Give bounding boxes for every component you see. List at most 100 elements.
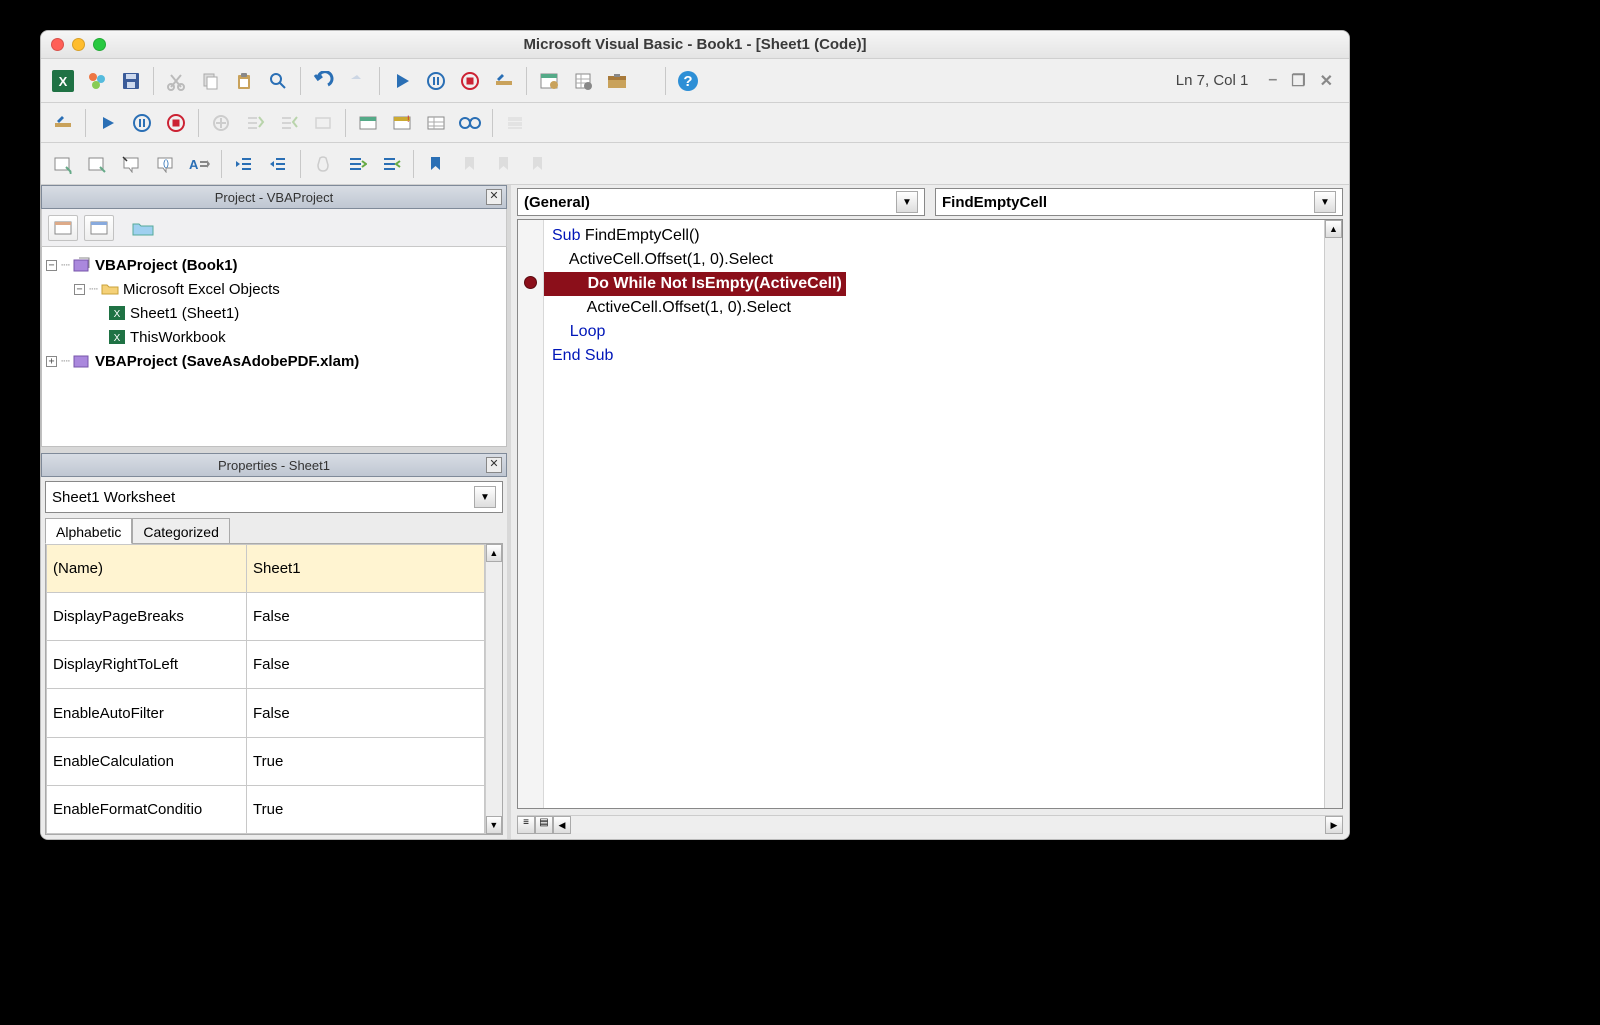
outdent-icon[interactable] (262, 148, 294, 180)
bookmark-next-icon[interactable] (454, 148, 486, 180)
project-tree[interactable]: −┈ VBAProject (Book1) −┈ Microsoft Excel… (41, 247, 507, 447)
breakpoint-hand-icon[interactable] (307, 148, 339, 180)
debug-toolbar: ! (41, 103, 1349, 143)
run-macro-icon[interactable] (92, 107, 124, 139)
tree-project-root[interactable]: −┈ VBAProject (Book1) (46, 253, 502, 277)
tab-alphabetic[interactable]: Alphabetic (45, 518, 132, 544)
find-icon[interactable] (262, 65, 294, 97)
references-icon[interactable] (81, 65, 113, 97)
properties-grid[interactable]: (Name)Sheet1 DisplayPageBreaksFalse Disp… (45, 543, 503, 835)
properties-pane: Properties - Sheet1 ✕ Sheet1 Worksheet ▼… (41, 453, 507, 839)
prop-row: EnableFormatConditioTrue (47, 785, 485, 833)
scroll-right-icon[interactable]: ▶ (1325, 816, 1343, 834)
close-icon[interactable] (51, 38, 64, 51)
quick-info-icon[interactable] (115, 148, 147, 180)
properties-pane-close-icon[interactable]: ✕ (486, 457, 502, 473)
cursor-position: Ln 7, Col 1 (1176, 72, 1249, 89)
run-icon[interactable] (386, 65, 418, 97)
scroll-up-icon[interactable]: ▲ (486, 544, 502, 562)
step-into-icon[interactable] (239, 107, 271, 139)
mdi-close-icon[interactable]: ✕ (1320, 71, 1333, 91)
dropdown-arrow-icon[interactable]: ▼ (474, 486, 496, 508)
pause-icon[interactable] (420, 65, 452, 97)
project-pane-close-icon[interactable]: ✕ (486, 189, 502, 205)
code-vscrollbar[interactable]: ▲ (1324, 220, 1342, 808)
tree-item-sheet1[interactable]: X Sheet1 (Sheet1) (46, 301, 502, 325)
design-mode-icon[interactable] (488, 65, 520, 97)
locals-window-icon[interactable] (352, 107, 384, 139)
parameter-info-icon[interactable]: () (149, 148, 181, 180)
tree-project-root-2[interactable]: +┈ VBAProject (SaveAsAdobePDF.xlam) (46, 349, 502, 373)
zoom-icon[interactable] (93, 38, 106, 51)
immediate-window-icon[interactable]: ! (386, 107, 418, 139)
code-hscrollbar[interactable]: ≡ ▤ ◀ ▶ (517, 815, 1343, 833)
vba-ide-window: Microsoft Visual Basic - Book1 - [Sheet1… (40, 30, 1350, 840)
call-stack-icon[interactable] (499, 107, 531, 139)
bookmark-prev-icon[interactable] (488, 148, 520, 180)
break-icon[interactable] (126, 107, 158, 139)
prop-row: EnableCalculationTrue (47, 737, 485, 785)
project-pane-title[interactable]: Project - VBAProject ✕ (41, 185, 507, 209)
compile-icon[interactable] (47, 107, 79, 139)
dropdown-arrow-icon[interactable]: ▼ (1314, 191, 1336, 213)
full-module-view-icon[interactable]: ▤ (535, 816, 553, 834)
svg-text:X: X (114, 309, 121, 320)
scroll-down-icon[interactable]: ▼ (486, 816, 502, 834)
list-constants-icon[interactable] (81, 148, 113, 180)
mdi-restore-icon[interactable]: ❐ (1291, 71, 1305, 91)
reset-icon[interactable] (160, 107, 192, 139)
scroll-left-icon[interactable]: ◀ (553, 816, 571, 834)
titlebar[interactable]: Microsoft Visual Basic - Book1 - [Sheet1… (41, 31, 1349, 59)
dropdown-arrow-icon[interactable]: ▼ (896, 191, 918, 213)
prop-row: (Name)Sheet1 (47, 545, 485, 593)
procedure-dropdown[interactable]: FindEmptyCell ▼ (935, 188, 1343, 216)
save-icon[interactable] (115, 65, 147, 97)
copy-icon[interactable] (194, 65, 226, 97)
toggle-breakpoint-icon[interactable] (205, 107, 237, 139)
list-properties-icon[interactable] (47, 148, 79, 180)
margin-indicator-bar[interactable] (518, 220, 544, 808)
toolbox-icon[interactable] (601, 65, 633, 97)
minimize-icon[interactable] (72, 38, 85, 51)
scroll-up-icon[interactable]: ▲ (1325, 220, 1342, 238)
object-dropdown[interactable]: (General) ▼ (517, 188, 925, 216)
code-dropdowns: (General) ▼ FindEmptyCell ▼ (511, 185, 1349, 219)
code-text[interactable]: Sub FindEmptyCell() ActiveCell.Offset(1,… (544, 220, 1324, 808)
tree-group[interactable]: −┈ Microsoft Excel Objects (46, 277, 502, 301)
toggle-folders-icon[interactable] (128, 215, 158, 241)
edit-toolbar: () A (41, 143, 1349, 185)
paste-icon[interactable] (228, 65, 260, 97)
cut-icon[interactable] (160, 65, 192, 97)
tree-item-thisworkbook[interactable]: X ThisWorkbook (46, 325, 502, 349)
quick-watch-icon[interactable] (454, 107, 486, 139)
properties-pane-title[interactable]: Properties - Sheet1 ✕ (41, 453, 507, 477)
bookmark-toggle-icon[interactable] (420, 148, 452, 180)
stop-icon[interactable] (454, 65, 486, 97)
uncomment-block-icon[interactable] (375, 148, 407, 180)
view-object-icon[interactable] (84, 215, 114, 241)
breakpoint-icon[interactable] (524, 276, 537, 289)
step-out-icon[interactable] (307, 107, 339, 139)
step-over-icon[interactable] (273, 107, 305, 139)
watch-window-icon[interactable] (420, 107, 452, 139)
procedure-view-icon[interactable]: ≡ (517, 816, 535, 834)
code-editor[interactable]: Sub FindEmptyCell() ActiveCell.Offset(1,… (517, 219, 1343, 809)
view-code-icon[interactable] (48, 215, 78, 241)
undo-icon[interactable] (307, 65, 339, 97)
indent-icon[interactable] (228, 148, 260, 180)
bookmark-clear-icon[interactable] (522, 148, 554, 180)
mdi-minimize-icon[interactable]: – (1268, 71, 1277, 91)
excel-icon[interactable]: X (47, 65, 79, 97)
properties-scrollbar[interactable]: ▲ ▼ (485, 544, 502, 834)
properties-icon[interactable] (567, 65, 599, 97)
code-panel: (General) ▼ FindEmptyCell ▼ Sub FindEmpt… (511, 185, 1349, 839)
redo-icon[interactable] (341, 65, 373, 97)
comment-block-icon[interactable] (341, 148, 373, 180)
complete-word-icon[interactable]: A (183, 148, 215, 180)
tab-categorized[interactable]: Categorized (132, 518, 230, 544)
prop-row: DisplayRightToLeftFalse (47, 641, 485, 689)
project-explorer-icon[interactable] (533, 65, 565, 97)
object-selector[interactable]: Sheet1 Worksheet ▼ (45, 481, 503, 513)
help-icon[interactable]: ? (672, 65, 704, 97)
window-controls-mac (51, 38, 106, 51)
